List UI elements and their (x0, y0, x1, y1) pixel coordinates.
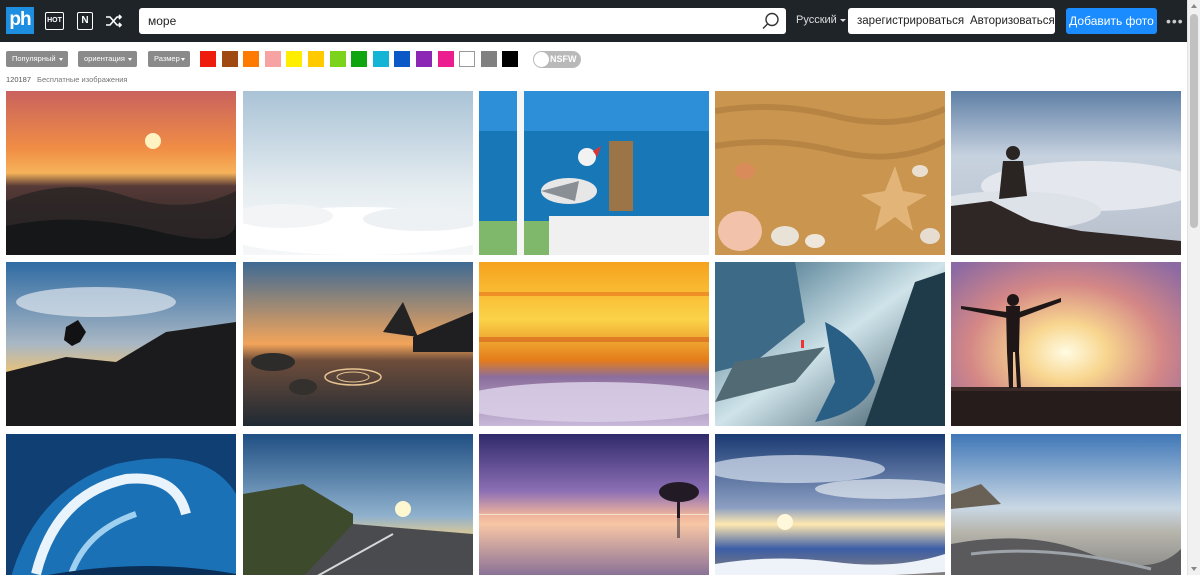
photo-tile[interactable] (715, 434, 945, 575)
nsfw-toggle-knob (534, 52, 549, 67)
photo-tile[interactable] (243, 91, 473, 255)
photo-tile[interactable] (951, 434, 1181, 575)
results-number: 120187 (6, 75, 32, 84)
scrollbar-thumb[interactable] (1190, 14, 1198, 228)
photo-image (951, 262, 1181, 426)
orientation-filter-label: ориентация (84, 54, 125, 63)
size-filter-label: Размер (154, 54, 180, 63)
photo-tile[interactable] (6, 434, 236, 575)
chevron-down-icon (839, 18, 846, 22)
auth-buttons: зарегистрироваться Авторизоваться (848, 8, 1055, 34)
color-swatch[interactable] (372, 51, 389, 67)
search-bar (139, 8, 786, 34)
search-input[interactable] (148, 8, 748, 34)
color-swatch[interactable] (221, 51, 238, 67)
photo-tile[interactable] (243, 434, 473, 575)
scroll-down-icon[interactable] (1191, 567, 1197, 571)
photo-tile[interactable] (951, 262, 1181, 426)
shuffle-icon[interactable] (105, 12, 123, 30)
color-swatch[interactable] (480, 51, 497, 67)
photo-image (951, 91, 1181, 255)
nsfw-toggle[interactable]: NSFW (533, 51, 581, 68)
photo-image (715, 434, 945, 575)
page-scrollbar[interactable] (1187, 0, 1200, 575)
site-logo[interactable]: ph (6, 7, 34, 34)
search-icon[interactable] (762, 12, 780, 30)
photo-image (715, 91, 945, 255)
photo-tile[interactable] (243, 262, 473, 426)
photo-image (6, 91, 236, 255)
photo-tile[interactable] (6, 262, 236, 426)
chevron-down-icon (59, 58, 63, 61)
language-selector[interactable]: Русский (796, 14, 846, 26)
photo-tile[interactable] (479, 91, 709, 255)
hot-icon[interactable]: HOT (45, 12, 64, 30)
photo-image (243, 434, 473, 575)
scroll-up-icon[interactable] (1191, 4, 1197, 8)
color-swatch[interactable] (394, 51, 411, 67)
photo-image (479, 262, 709, 426)
color-swatch[interactable] (416, 51, 432, 67)
color-swatch[interactable] (243, 51, 260, 67)
color-swatch[interactable] (502, 51, 519, 67)
nsfw-label: NSFW (550, 54, 577, 64)
photo-tile[interactable] (951, 91, 1181, 255)
color-swatch[interactable] (286, 51, 303, 67)
photo-image (479, 91, 709, 255)
photo-image (479, 434, 709, 575)
color-swatch[interactable] (437, 51, 454, 67)
color-swatch[interactable] (459, 51, 476, 67)
color-swatch[interactable] (308, 51, 324, 67)
login-button[interactable]: Авторизоваться (970, 8, 1055, 34)
color-swatch[interactable] (351, 51, 368, 67)
size-filter-dropdown[interactable]: Размер (148, 51, 190, 67)
register-button[interactable]: зарегистрироваться (857, 8, 964, 34)
photo-tile[interactable] (479, 434, 709, 575)
photo-image (243, 262, 473, 426)
chevron-down-icon (181, 58, 185, 61)
color-swatch[interactable] (200, 51, 216, 67)
more-icon[interactable]: ••• (1166, 14, 1184, 28)
new-icon[interactable]: N (77, 12, 93, 30)
results-count: 120187 Бесплатные изображения (6, 75, 127, 84)
photo-image (951, 434, 1181, 575)
top-navbar: ph HOT N Русский зарегистрироваться Авто… (0, 0, 1187, 42)
photo-tile[interactable] (715, 262, 945, 426)
photo-image (6, 262, 236, 426)
add-photo-button[interactable]: Добавить фото (1066, 8, 1157, 34)
popular-filter-dropdown[interactable]: Популярный (6, 51, 68, 67)
photo-image (243, 91, 473, 255)
photo-tile[interactable] (715, 91, 945, 255)
chevron-down-icon (128, 58, 132, 61)
photo-tile[interactable] (479, 262, 709, 426)
language-label: Русский (796, 14, 837, 26)
photo-tile[interactable] (6, 91, 236, 255)
results-label: Бесплатные изображения (37, 75, 128, 84)
orientation-filter-dropdown[interactable]: ориентация (78, 51, 137, 67)
color-swatch[interactable] (264, 51, 281, 67)
popular-filter-label: Популярный (12, 54, 56, 63)
photo-image (6, 434, 236, 575)
color-swatch[interactable] (329, 51, 346, 67)
photo-image (715, 262, 945, 426)
